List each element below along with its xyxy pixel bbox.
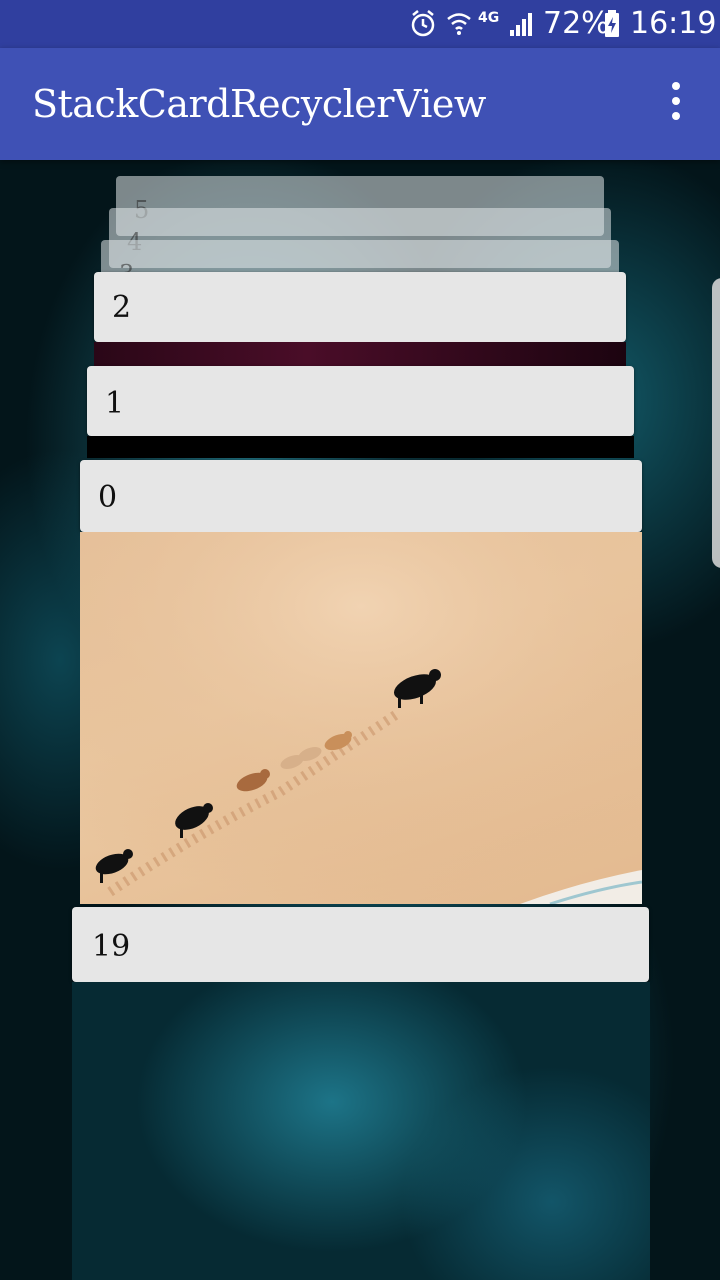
battery-charging-icon: [605, 10, 619, 37]
battery-percent: 72%: [543, 6, 610, 41]
card-0[interactable]: 0: [80, 460, 642, 532]
status-bar: 4G 72% 16:19: [0, 0, 720, 48]
card-2[interactable]: 2: [94, 272, 626, 342]
edge-panel-handle[interactable]: [712, 278, 720, 568]
card-0-image: [80, 532, 642, 904]
network-type: 4G: [478, 10, 500, 26]
app-title: StackCardRecyclerView: [32, 82, 486, 126]
signal-icon: [510, 13, 532, 36]
card-label-0: 0: [98, 480, 118, 515]
card-label-19: 19: [92, 929, 131, 964]
card-label-2: 2: [112, 290, 132, 325]
app-bar: StackCardRecyclerView: [0, 48, 720, 160]
wifi-icon: [447, 13, 471, 35]
card-1-image: [87, 436, 634, 458]
card-label-1: 1: [105, 386, 125, 421]
card-19[interactable]: 19: [72, 907, 649, 982]
card-2-image: [94, 342, 626, 366]
card-19-image: [72, 982, 650, 1280]
alarm-icon: [411, 10, 435, 37]
more-vert-icon[interactable]: [660, 82, 692, 126]
card-1[interactable]: 1: [87, 366, 634, 436]
stack-card-list[interactable]: 5 4 3 2 1 0: [0, 160, 720, 1280]
clock: 16:19: [630, 6, 717, 41]
